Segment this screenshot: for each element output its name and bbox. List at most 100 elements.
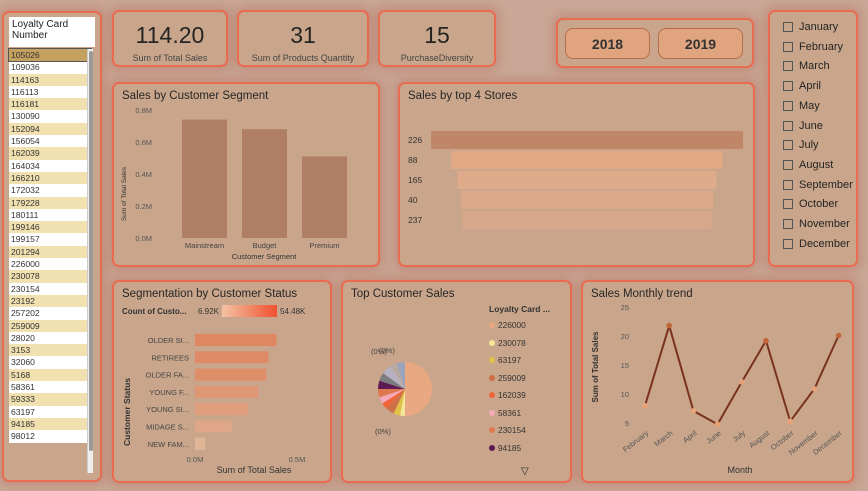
trend-x-tick: August	[747, 428, 772, 450]
store-bar[interactable]	[451, 151, 723, 169]
store-label: 165	[408, 175, 422, 185]
pie-chart-card: Top Customer Sales (0%) (0%) (0%) Loyalt…	[341, 280, 572, 483]
loyalty-card-item[interactable]: 166210	[9, 171, 91, 185]
loyalty-card-item[interactable]: 230154	[9, 282, 91, 295]
trend-point[interactable]	[787, 418, 793, 425]
loyalty-card-item[interactable]: 94185	[9, 417, 91, 431]
trend-x-tick: July	[731, 428, 747, 443]
segment-bar[interactable]	[302, 156, 347, 238]
status-bar[interactable]	[195, 420, 232, 433]
store-bar[interactable]	[431, 131, 743, 149]
loyalty-card-item[interactable]: 58361	[9, 381, 91, 394]
trend-point[interactable]	[763, 337, 769, 344]
loyalty-card-item[interactable]: 199146	[9, 221, 91, 234]
loyalty-card-item[interactable]: 98012	[9, 430, 91, 443]
loyalty-card-item[interactable]: 3153	[9, 344, 91, 357]
loyalty-card-item[interactable]: 116113	[9, 85, 91, 99]
status-y-axis-label: Customer Status	[122, 378, 132, 446]
status-bar[interactable]	[195, 403, 249, 416]
pie-legend-label: 58361	[498, 407, 522, 418]
status-bar[interactable]	[195, 368, 267, 381]
loyalty-card-item[interactable]: 179228	[9, 196, 91, 209]
checkbox-icon[interactable]	[783, 140, 793, 151]
loyalty-card-item[interactable]: 257202	[9, 307, 91, 320]
legend-scroll-down-icon[interactable]: ▽	[521, 466, 529, 477]
loyalty-card-item[interactable]: 5168	[9, 368, 91, 382]
status-bar[interactable]	[195, 351, 269, 364]
segment-bar[interactable]	[242, 129, 287, 238]
loyalty-card-item[interactable]: 116181	[9, 98, 91, 111]
loyalty-card-item[interactable]: 59333	[9, 393, 91, 406]
store-bar[interactable]	[462, 211, 712, 229]
segment-ytick: 0.6M	[135, 138, 152, 147]
kpi-products-quantity-label: Sum of Products Quantity	[251, 53, 355, 63]
checkbox-icon[interactable]	[783, 179, 793, 190]
loyalty-card-item[interactable]: 259009	[9, 319, 91, 332]
month-label: December	[799, 237, 850, 250]
status-category-label: YOUNG F...	[149, 388, 189, 397]
segment-chart: Sum of Total Sales Customer Segment 0.8M…	[121, 106, 347, 261]
loyalty-card-item[interactable]: 230078	[9, 270, 91, 283]
segment-bar[interactable]	[182, 119, 227, 238]
loyalty-card-item[interactable]: 156054	[9, 135, 91, 148]
loyalty-card-item[interactable]: 226000	[9, 258, 91, 271]
checkbox-icon[interactable]	[783, 120, 793, 131]
trend-chart-card: Sales Monthly trend Sum of Total Sales M…	[581, 280, 854, 483]
stores-chart-card: Sales by top 4 Stores 226 88 165 40 237	[398, 82, 755, 267]
trend-x-axis-label: Month	[727, 465, 752, 475]
loyalty-card-item[interactable]: 109036	[9, 61, 91, 74]
loyalty-card-slicer[interactable]: Loyalty Card Number 105026 109036 114163 11…	[2, 11, 102, 482]
status-bar[interactable]	[195, 334, 277, 346]
checkbox-icon[interactable]	[783, 81, 793, 92]
store-bar[interactable]	[457, 171, 717, 189]
loyalty-card-item[interactable]: 172032	[9, 184, 91, 197]
status-category-label: OLDER SI...	[148, 336, 189, 345]
trend-point[interactable]	[714, 421, 721, 428]
loyalty-card-item[interactable]: 28020	[9, 331, 91, 345]
loyalty-card-item[interactable]: 201294	[9, 245, 91, 259]
checkbox-icon[interactable]	[783, 61, 793, 72]
status-bar[interactable]	[195, 437, 206, 450]
loyalty-card-item[interactable]: 32060	[9, 356, 91, 369]
status-bar[interactable]	[195, 385, 259, 398]
checkbox-icon[interactable]	[783, 22, 793, 32]
loyalty-card-item[interactable]: 152094	[9, 122, 91, 136]
loyalty-card-item[interactable]: 23192	[9, 294, 91, 308]
segment-y-axis-label: Sum of Total Sales	[121, 166, 128, 221]
store-bar[interactable]	[460, 191, 714, 209]
pie-data-label: (0%)	[375, 427, 391, 436]
checkbox-icon[interactable]	[783, 199, 793, 210]
slicer-scroll-thumb[interactable]	[89, 51, 93, 451]
pie-legend-label: 230154	[498, 425, 526, 435]
kpi-total-sales-value: 114.20	[135, 22, 205, 48]
legend-dot-icon	[489, 392, 495, 398]
loyalty-card-item[interactable]: 199157	[9, 233, 91, 246]
slicer-list[interactable]: 105026 109036 114163 116113 116181 130090 1520…	[8, 47, 95, 443]
year-button-2018[interactable]: 2018	[565, 28, 650, 59]
trend-point[interactable]	[666, 322, 672, 329]
month-label: March	[799, 60, 830, 73]
loyalty-card-item[interactable]: 130090	[9, 110, 91, 123]
pie-legend-label: 259009	[498, 372, 526, 383]
trend-point[interactable]	[835, 332, 842, 339]
loyalty-card-item[interactable]: 180111	[9, 208, 91, 222]
pie-legend-label: 230078	[498, 337, 526, 348]
checkbox-icon[interactable]	[783, 159, 793, 170]
trend-point[interactable]	[811, 386, 818, 392]
loyalty-card-item[interactable]: 164034	[9, 159, 91, 172]
trend-point[interactable]	[690, 408, 697, 414]
loyalty-card-item[interactable]: 162039	[9, 147, 91, 160]
loyalty-card-item[interactable]: 105026	[8, 47, 92, 63]
loyalty-card-item[interactable]: 114163	[9, 73, 91, 86]
checkbox-icon[interactable]	[783, 238, 793, 249]
pie-legend-label: 226000	[498, 320, 526, 330]
loyalty-card-item[interactable]: 63197	[9, 405, 91, 418]
checkbox-icon[interactable]	[783, 219, 793, 229]
trend-point[interactable]	[739, 379, 745, 385]
year-button-2019[interactable]: 2019	[658, 28, 743, 59]
trend-point[interactable]	[642, 402, 648, 409]
checkbox-icon[interactable]	[783, 100, 793, 111]
pie-slice[interactable]	[405, 362, 432, 416]
checkbox-icon[interactable]	[783, 41, 793, 52]
slicer-scrollbar[interactable]	[87, 49, 93, 473]
